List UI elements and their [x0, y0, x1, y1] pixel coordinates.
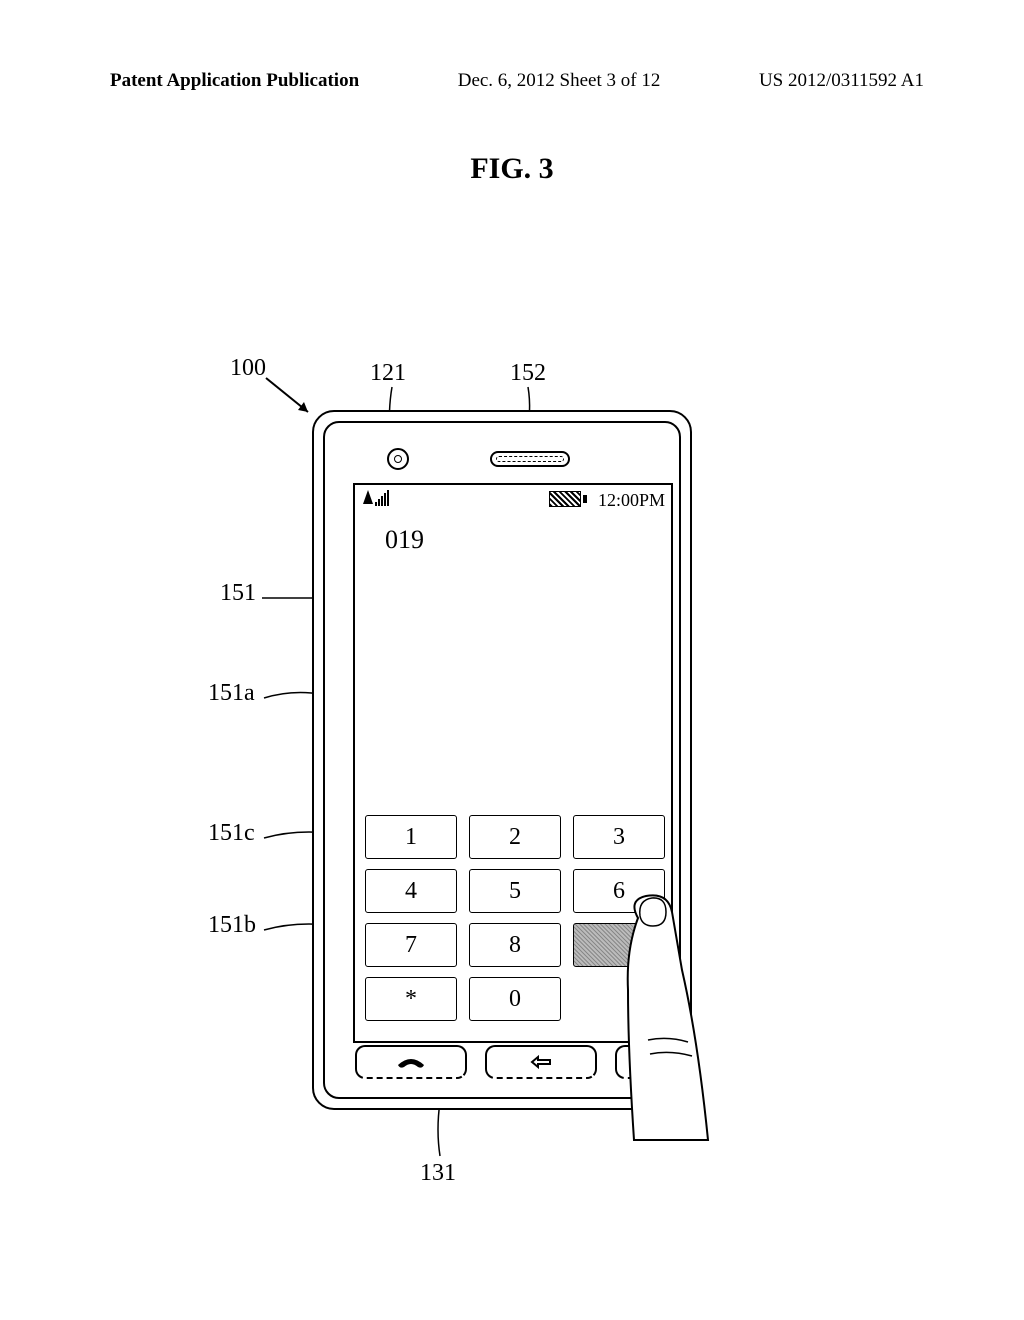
key-5[interactable]: 5: [469, 869, 561, 913]
earpiece-speaker: [490, 451, 570, 467]
key-star[interactable]: *: [365, 977, 457, 1021]
battery-tip: [583, 495, 587, 503]
leader-100: [262, 374, 322, 424]
key-7[interactable]: 7: [365, 923, 457, 967]
ref-151a: 151a: [208, 680, 255, 707]
ref-151b: 151b: [208, 912, 256, 939]
key-4[interactable]: 4: [365, 869, 457, 913]
call-button[interactable]: [355, 1045, 467, 1079]
key-2[interactable]: 2: [469, 815, 561, 859]
key-3[interactable]: 3: [573, 815, 665, 859]
key-9-pressed[interactable]: [573, 923, 665, 967]
header-left: Patent Application Publication: [110, 70, 359, 92]
ref-152: 152: [510, 360, 546, 387]
ref-151c: 151c: [208, 820, 255, 847]
dialed-number: 019: [385, 525, 424, 555]
back-arrow-icon: [526, 1053, 556, 1071]
battery-icon: [549, 491, 581, 507]
figure-label: FIG. 3: [0, 152, 1024, 186]
phone-body: 12:00PM 019 1 2 3 4 5 6 7 8 * 0: [312, 410, 692, 1110]
signal-icon: [363, 490, 389, 506]
header-center: Dec. 6, 2012 Sheet 3 of 12: [458, 70, 661, 92]
key-6[interactable]: 6: [573, 869, 665, 913]
camera-icon: [387, 448, 409, 470]
header-right: US 2012/0311592 A1: [759, 70, 924, 92]
camera-lens: [394, 455, 402, 463]
key-1[interactable]: 1: [365, 815, 457, 859]
status-clock: 12:00PM: [598, 490, 665, 511]
ref-100: 100: [230, 355, 266, 382]
key-8[interactable]: 8: [469, 923, 561, 967]
phone-handset-icon: [394, 1053, 428, 1071]
back-button[interactable]: [485, 1045, 597, 1079]
status-bar: 12:00PM: [355, 485, 671, 515]
ref-131: 131: [420, 1160, 456, 1187]
third-softkey-partial[interactable]: [615, 1045, 649, 1079]
dial-keypad: 1 2 3 4 5 6 7 8 * 0: [365, 815, 665, 1021]
phone-inner-frame: 12:00PM 019 1 2 3 4 5 6 7 8 * 0: [323, 421, 681, 1099]
ref-151: 151: [220, 580, 256, 607]
page-header: Patent Application Publication Dec. 6, 2…: [0, 0, 1024, 92]
softkey-row: [355, 1045, 649, 1079]
ref-121: 121: [370, 360, 406, 387]
earpiece-grille: [496, 456, 564, 462]
touchscreen[interactable]: 12:00PM 019 1 2 3 4 5 6 7 8 * 0: [353, 483, 673, 1043]
key-0[interactable]: 0: [469, 977, 561, 1021]
